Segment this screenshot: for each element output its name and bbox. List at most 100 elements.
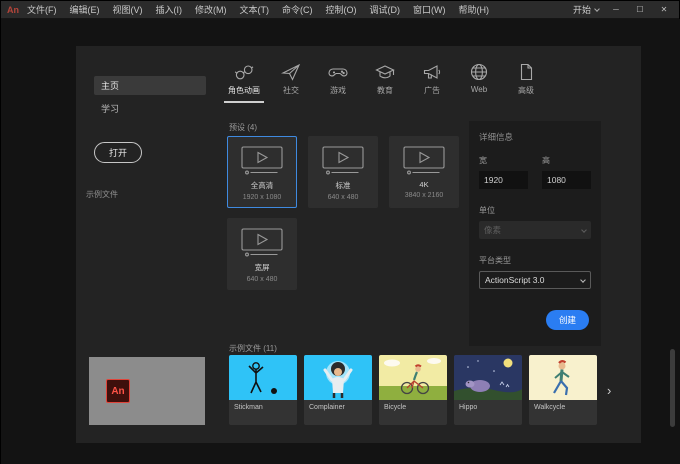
sample-label: Bicycle [384,404,407,411]
presets-header: 预设 (4) [229,123,257,132]
preset-name: 标准 [335,181,351,190]
unit-label: 单位 [479,206,495,215]
close-button[interactable]: ✕ [657,5,671,14]
workspace-label: 开始 [572,5,591,15]
preset-size: 3840 x 2160 [404,192,444,199]
tab-character-animation[interactable]: 角色动画 [224,62,264,103]
sample-label: Walkcycle [534,404,566,411]
tab-game[interactable]: 游戏 [320,62,356,103]
maximize-button[interactable]: ☐ [633,5,647,14]
tab-label: 游戏 [330,86,346,95]
megaphone-icon [423,65,441,79]
preset-widescreen[interactable]: 宽屏 640 x 480 [227,218,297,290]
goggles-icon [234,65,254,80]
preset-name: 全高清 [250,181,274,190]
paper-plane-icon [281,63,301,81]
preset-size: 1920 x 1080 [242,194,282,201]
chevron-down-icon [580,276,586,283]
animate-window: An 文件(F) 编辑(E) 视图(V) 插入(I) 修改(M) 文本(T) 命… [0,0,680,464]
sample-label: Hippo [459,404,478,411]
video-preset-icon [241,228,283,257]
unit-select: 像素 [479,221,591,239]
tab-social[interactable]: 社交 [273,62,309,103]
samples-row: Stickman Complainer Bicycle Hippo Walkcy… [229,355,611,425]
menu-help[interactable]: 帮助(H) [459,3,490,16]
tab-label: 广告 [424,86,440,95]
samples-header: 示例文件 (11) [229,344,277,353]
menu-view[interactable]: 视图(V) [113,3,143,16]
preset-standard[interactable]: 标准 640 x 480 [308,136,378,208]
height-input[interactable] [542,171,591,189]
minimize-button[interactable]: ─ [609,5,623,14]
title-bar: An 文件(F) 编辑(E) 视图(V) 插入(I) 修改(M) 文本(T) 命… [1,1,679,19]
width-label: 宽 [479,156,487,165]
samples-next-button[interactable]: › [607,383,611,398]
menu-control[interactable]: 控制(O) [326,3,357,16]
height-label: 高 [542,156,550,165]
sidebar-item-learn[interactable]: 学习 [94,99,206,118]
preset-4k[interactable]: 4K 3840 x 2160 [389,136,459,208]
chevron-down-icon [581,226,587,233]
details-header: 详细信息 [479,132,514,142]
sample-label: Complainer [309,404,345,411]
tab-web[interactable]: Web [461,62,497,103]
platform-label: 平台类型 [479,256,511,265]
width-input[interactable] [479,171,528,189]
platform-value: ActionScript 3.0 [485,275,545,285]
tab-label: 社交 [283,86,299,95]
preset-size: 640 x 480 [327,194,359,201]
animate-app-icon: An [106,379,130,403]
video-preset-icon [403,146,445,175]
menu-window[interactable]: 窗口(W) [413,3,446,16]
sidebar: 主页 学习 打开 示例文件 [76,76,224,200]
sample-card-hippo[interactable]: Hippo [454,355,522,425]
video-preset-icon [241,146,283,175]
tab-label: 教育 [377,86,393,95]
vertical-scrollbar[interactable] [670,349,675,427]
sidebar-samples-link[interactable]: 示例文件 [86,189,224,200]
sample-card-stickman[interactable]: Stickman [229,355,297,425]
bicycle-thumbnail [379,355,447,400]
tab-advanced[interactable]: 高级 [508,62,544,103]
desktop-background: 主页 学习 打开 示例文件 角色动画 社交 游戏 教育 广告 Web 高级 预设… [1,19,680,464]
video-preset-icon [322,146,364,175]
tab-label: 角色动画 [228,86,260,95]
menu-file[interactable]: 文件(F) [27,3,57,16]
preset-size: 640 x 480 [246,276,278,283]
sample-card-bicycle[interactable]: Bicycle [379,355,447,425]
walkcycle-thumbnail [529,355,597,400]
create-button[interactable]: 创建 [545,310,589,330]
menu-text[interactable]: 文本(T) [240,3,270,16]
menu-modify[interactable]: 修改(M) [195,3,227,16]
sample-label: Stickman [234,404,263,411]
home-screen-panel: 主页 学习 打开 示例文件 角色动画 社交 游戏 教育 广告 Web 高级 预设… [76,46,641,443]
menu-insert[interactable]: 插入(I) [156,3,183,16]
menu-debug[interactable]: 调试(D) [370,3,401,16]
preset-name: 宽屏 [254,263,270,272]
sample-card-walkcycle[interactable]: Walkcycle [529,355,597,425]
stickman-thumbnail [229,355,297,400]
menu-commands[interactable]: 命令(C) [282,3,313,16]
titlebar-right: 开始 ─ ☐ ✕ [573,3,679,16]
tab-education[interactable]: 教育 [367,62,403,103]
sample-card-complainer[interactable]: Complainer [304,355,372,425]
chevron-down-icon [594,5,600,12]
tab-label: Web [470,85,488,94]
graduation-cap-icon [375,65,395,79]
animate-logo: An [7,4,19,15]
open-button[interactable]: 打开 [94,142,143,163]
recent-file-card[interactable]: An [89,357,205,425]
complainer-thumbnail [304,355,372,400]
menu-edit[interactable]: 编辑(E) [70,3,100,16]
workspace-switcher[interactable]: 开始 [572,3,600,16]
platform-select[interactable]: ActionScript 3.0 [479,271,591,289]
game-controller-icon [328,68,348,77]
preset-grid: 全高清 1920 x 1080 标准 640 x 480 4K 3840 x 2… [227,136,459,290]
details-panel: 详细信息 宽 高 单位 像素 平台类型 [469,121,601,346]
document-icon [520,63,533,81]
sidebar-item-home[interactable]: 主页 [94,76,206,95]
preset-full-hd[interactable]: 全高清 1920 x 1080 [227,136,297,208]
tab-ads[interactable]: 广告 [414,62,450,103]
category-tabs: 角色动画 社交 游戏 教育 广告 Web 高级 [224,62,544,103]
menu-bar: 文件(F) 编辑(E) 视图(V) 插入(I) 修改(M) 文本(T) 命令(C… [27,3,489,16]
